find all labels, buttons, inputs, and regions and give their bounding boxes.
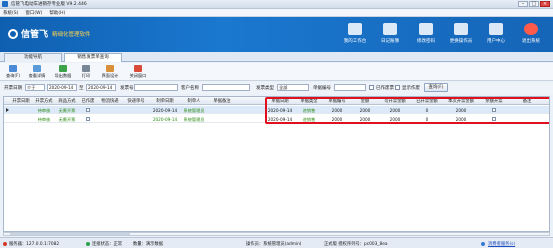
close-window-button[interactable]: 关闭窗口 [127, 64, 149, 80]
invoice-type-label: 发票类型 [256, 86, 274, 91]
user-center-icon [489, 23, 503, 35]
window-title: 信管飞电动车进销存专业版 V9.2.446 [11, 2, 87, 7]
record-count: 数量：演示数据 [133, 242, 164, 247]
scrollbar-thumb[interactable] [10, 233, 130, 235]
tab-strip: 功能导航 销售发票单查询 [0, 52, 553, 62]
ledger-icon [383, 23, 397, 35]
user-center-button[interactable]: 用户中心 [481, 21, 511, 49]
user-switch-icon [454, 23, 468, 35]
operator-status: 操作员：系统管理员(admin) [246, 242, 302, 247]
app-icon [2, 1, 8, 7]
ledger-button[interactable]: 日记账簿 [375, 21, 405, 49]
customer-input[interactable] [202, 84, 250, 91]
col-header[interactable]: 单据备注 [209, 98, 235, 104]
col-header[interactable]: 物流快递 [98, 98, 122, 104]
customer-label: 客户名称 [181, 86, 199, 91]
minimize-button[interactable]: – [518, 1, 528, 7]
voided-cell-checkbox[interactable] [86, 116, 90, 121]
filter-bar: 开票日期 介于 2020-09-14 至 2020-09-14 发票号 客户名称… [0, 82, 553, 94]
voided-checkbox[interactable] [369, 85, 374, 90]
invoice-no-input[interactable] [134, 84, 178, 91]
customer-service-link[interactable]: 消费者服务(s) [488, 241, 515, 247]
date-separator: 至 [79, 86, 84, 91]
row-pointer-icon [6, 107, 9, 112]
brand: 信管飞 精细化管理软件 [8, 27, 91, 40]
close-button[interactable]: × [540, 1, 550, 7]
query-filter-button[interactable]: 查询(F) [424, 83, 448, 92]
power-icon [524, 23, 538, 35]
voided-cell-checkbox[interactable] [86, 107, 90, 112]
connection-status: 连接状态：正常 [92, 242, 123, 247]
date-from-input[interactable]: 2020-09-14 [47, 84, 77, 91]
show-voided-checkbox[interactable] [395, 85, 400, 90]
exit-button[interactable]: 退出系统 [516, 21, 546, 49]
voided-checkbox-label: 已作废票 [376, 86, 394, 91]
status-bar: 服务器：127.0.0.1:7082 连接状态：正常 数量：演示数据 操作员：系… [0, 237, 553, 248]
brand-subtitle: 精细化管理软件 [52, 31, 91, 38]
maximize-button[interactable]: □ [529, 1, 539, 7]
col-header[interactable]: 开票日期 [10, 98, 32, 104]
server-status: 服务器：127.0.0.1:7082 [9, 242, 60, 247]
view-icon [33, 65, 41, 72]
view-detail-button[interactable]: 查看详情 [26, 64, 48, 80]
tab-invoice-query[interactable]: 销售发票单查询 [64, 53, 122, 62]
print-button[interactable]: 打印 [80, 64, 92, 80]
server-icon [3, 241, 7, 246]
col-header[interactable]: 商品方式 [56, 98, 78, 104]
toolbar: 查询(F) 查看详情 导出数据 打印 界面设计 关闭窗口 [0, 63, 553, 81]
layout-design-button[interactable]: 界面设计 [99, 64, 121, 80]
col-header[interactable]: 制单人 [181, 98, 207, 104]
menu-bar: 系统(S) 窗口(W) 帮助(H) [0, 9, 553, 17]
brand-name: 信管飞 [21, 30, 49, 40]
export-button[interactable]: 导出数据 [52, 64, 74, 80]
date-label: 开票日期 [4, 86, 22, 91]
connection-icon [86, 241, 90, 246]
service-icon [481, 241, 485, 246]
key-icon [419, 23, 433, 35]
header-banner: 信管飞 精细化管理软件 我的工作台 日记账簿 修改密码 更换操作员 用户中心 退… [0, 17, 553, 52]
close-window-icon [134, 65, 142, 72]
my-desk-button[interactable]: 我的工作台 [340, 21, 370, 49]
brand-logo-icon [8, 28, 18, 39]
date-to-input[interactable]: 2020-09-14 [86, 84, 116, 91]
title-bar: 信管飞电动车进销存专业版 V9.2.446 – □ × [0, 0, 553, 9]
date-operator-select[interactable]: 介于 [25, 84, 45, 91]
search-icon [9, 65, 17, 72]
export-icon [59, 65, 67, 72]
show-voided-checkbox-label: 显示作废 [402, 86, 420, 91]
menu-help[interactable]: 帮助(H) [49, 10, 65, 16]
printer-icon [82, 65, 90, 72]
invoice-type-select[interactable]: 全部 [277, 84, 309, 91]
doc-no-label: 单据编号 [313, 86, 331, 91]
design-icon [106, 65, 114, 72]
highlight-box [265, 97, 549, 124]
horizontal-scrollbar[interactable] [3, 232, 550, 236]
tab-navigation[interactable]: 功能导航 [4, 53, 62, 62]
col-header[interactable]: 开票方式 [33, 98, 55, 104]
query-button[interactable]: 查询(F) [4, 64, 22, 80]
license-status: 正式版 授权序列号：pc003_8ea [324, 242, 388, 247]
menu-window[interactable]: 窗口(W) [25, 10, 42, 16]
col-header[interactable]: 快递单号 [124, 98, 148, 104]
desktop-icon [348, 23, 362, 35]
menu-system[interactable]: 系统(S) [3, 10, 18, 16]
invoice-no-label: 发票号 [120, 86, 134, 91]
invoice-grid: 开票日期 开票方式 商品方式 已作废 物流快递 快递单号 制单日期 制单人 单据… [3, 96, 550, 232]
col-header[interactable]: 已作废 [80, 98, 96, 104]
switch-user-button[interactable]: 更换操作员 [446, 21, 476, 49]
doc-no-input[interactable] [334, 84, 366, 91]
col-header[interactable]: 制单日期 [151, 98, 179, 104]
change-password-button[interactable]: 修改密码 [411, 21, 441, 49]
